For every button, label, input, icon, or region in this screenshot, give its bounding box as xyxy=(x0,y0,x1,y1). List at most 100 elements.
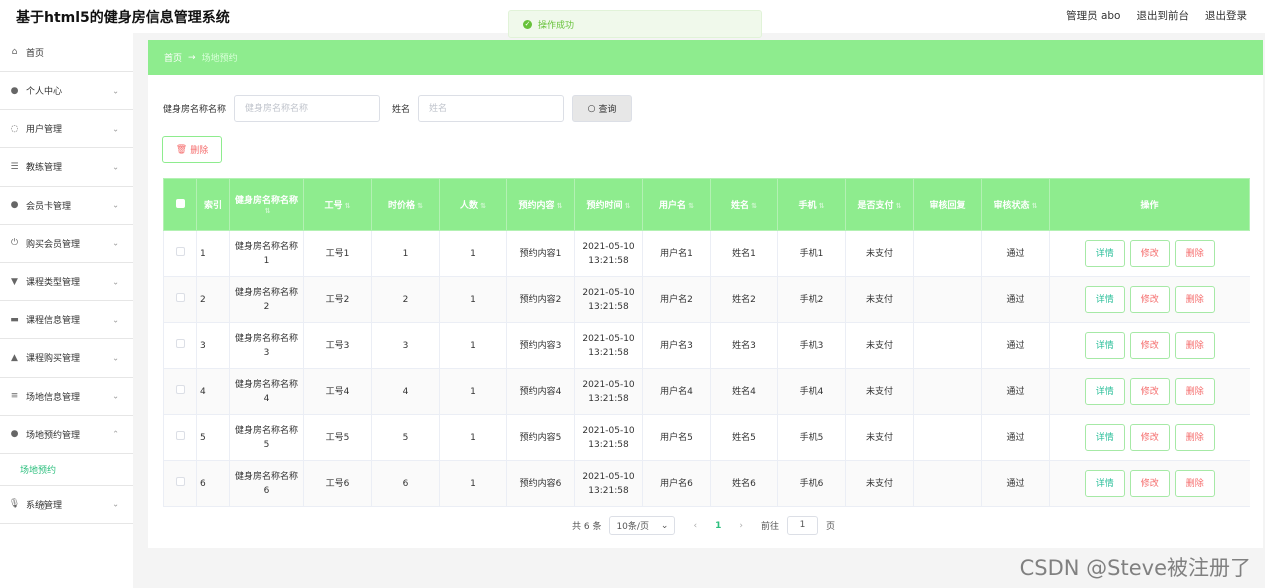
sort-icon[interactable]: ⇅ xyxy=(417,202,423,210)
delete-button[interactable]: 删除 xyxy=(1174,378,1215,405)
cell-person: 姓名1 xyxy=(710,230,778,277)
detail-button[interactable]: 详情 xyxy=(1084,240,1125,267)
row-checkbox[interactable] xyxy=(175,292,185,302)
column-header-label: 人数 xyxy=(460,201,479,211)
edit-button[interactable]: 修改 xyxy=(1129,378,1170,405)
detail-button[interactable]: 详情 xyxy=(1084,332,1125,359)
column-header[interactable]: 时价格 ⇅ xyxy=(371,178,440,231)
row-select-cell[interactable] xyxy=(163,368,197,415)
sort-icon[interactable]: ⇅ xyxy=(688,202,694,210)
delete-button[interactable]: 删除 xyxy=(1174,470,1215,497)
next-page-icon[interactable]: › xyxy=(729,521,753,531)
cell-time: 2021-05-10 13:21:58 xyxy=(574,322,643,369)
column-header[interactable]: 是否支付 ⇅ xyxy=(845,178,914,231)
sidebar: ⌂ 首页 ● 个人中心 ⌄ ◌ 用户管理 ⌄ ☰ 教练管理 ⌄ ● 会员卡管理 ⌄ ⏻ 购买会员管理 ⌄ ▼ 课程类… xyxy=(0,33,133,588)
edit-button[interactable]: 修改 xyxy=(1129,470,1170,497)
row-select-cell[interactable] xyxy=(163,230,197,277)
back-to-front-link[interactable]: 退出到前台 xyxy=(1137,8,1190,23)
sidebar-item[interactable]: 🎙 系统管理 ⌄ xyxy=(0,486,133,525)
row-checkbox[interactable] xyxy=(175,430,185,440)
row-checkbox[interactable] xyxy=(175,384,185,394)
sort-icon[interactable]: ⇅ xyxy=(265,207,271,215)
row-select-cell[interactable] xyxy=(163,322,197,369)
cell-name: 健身房名称名称3 xyxy=(229,322,304,369)
column-header[interactable]: 姓名 ⇅ xyxy=(710,178,778,231)
column-header[interactable]: 健身房名称名称⇅ xyxy=(229,178,304,231)
cell-status: 通过 xyxy=(981,460,1050,507)
select-all-checkbox[interactable] xyxy=(175,198,185,208)
cell-phone: 手机5 xyxy=(777,414,846,461)
goto-page-input[interactable]: 1 xyxy=(786,516,818,535)
sidebar-item[interactable]: ⏻ 购买会员管理 ⌄ xyxy=(0,225,133,263)
row-select-cell[interactable] xyxy=(163,414,197,461)
column-header[interactable]: 审核回复 xyxy=(913,178,982,231)
page-size-select[interactable]: 10条/页 ⌄ xyxy=(609,516,676,535)
detail-button[interactable]: 详情 xyxy=(1084,378,1125,405)
sidebar-item[interactable]: ● 场地预约管理 ⌃ xyxy=(0,416,133,454)
sort-icon[interactable]: ⇅ xyxy=(819,202,825,210)
name-search-label: 健身房名称名称 xyxy=(163,105,227,115)
column-header[interactable]: 手机 ⇅ xyxy=(777,178,846,231)
delete-button[interactable]: 删除 xyxy=(1174,424,1215,451)
column-header-label: 用户名 xyxy=(659,201,687,211)
edit-button[interactable]: 修改 xyxy=(1129,332,1170,359)
table-row: 4 健身房名称名称4 工号4 4 1 预约内容4 2021-05-10 13:21:58 用户… xyxy=(163,368,1250,415)
sort-icon[interactable]: ⇅ xyxy=(345,202,351,210)
sidebar-item[interactable]: ● 个人中心 ⌄ xyxy=(0,72,133,111)
search-button[interactable]: ○ 查询 xyxy=(572,95,633,122)
sidebar-item[interactable]: ◌ 用户管理 ⌄ xyxy=(0,110,133,149)
sidebar-item[interactable]: ⌂ 首页 xyxy=(0,33,133,72)
edit-button[interactable]: 修改 xyxy=(1129,424,1170,451)
cell-content: 预约内容4 xyxy=(506,368,575,415)
sort-icon[interactable]: ⇅ xyxy=(480,202,486,210)
chart-icon: ▬ xyxy=(10,314,19,325)
sidebar-subitem-venue-booking[interactable]: 场地预约 xyxy=(0,454,133,486)
sidebar-item[interactable]: ▬ 课程信息管理 ⌄ xyxy=(0,301,133,340)
sidebar-item[interactable]: ☰ 教练管理 ⌄ xyxy=(0,148,133,187)
column-header[interactable]: 人数 ⇅ xyxy=(439,178,507,231)
column-header[interactable]: 用户名 ⇅ xyxy=(642,178,711,231)
page-number-current[interactable]: 1 xyxy=(715,521,721,531)
sort-icon[interactable]: ⇅ xyxy=(896,202,902,210)
row-checkbox[interactable] xyxy=(175,476,185,486)
detail-button[interactable]: 详情 xyxy=(1084,424,1125,451)
detail-button[interactable]: 详情 xyxy=(1084,286,1125,313)
delete-button[interactable]: 删除 xyxy=(1174,286,1215,313)
breadcrumb-home[interactable]: 首页 xyxy=(164,51,182,64)
main-panel: 首页 → 场地预约 健身房名称名称 姓名 ○ 查询 🗑 删除 索引健身房名称名称… xyxy=(148,40,1263,548)
batch-delete-button[interactable]: 🗑 删除 xyxy=(162,136,222,163)
name-search-input[interactable] xyxy=(234,95,381,122)
sort-icon[interactable]: ⇅ xyxy=(751,202,757,210)
sort-icon[interactable]: ⇅ xyxy=(1032,202,1038,210)
sort-icon[interactable]: ⇅ xyxy=(557,202,563,210)
column-header[interactable]: 索引 xyxy=(196,178,230,231)
cell-no: 工号1 xyxy=(303,230,372,277)
edit-button[interactable]: 修改 xyxy=(1129,286,1170,313)
delete-button[interactable]: 删除 xyxy=(1174,332,1215,359)
column-header[interactable]: 操作 xyxy=(1049,178,1250,231)
column-header[interactable]: 预约时间 ⇅ xyxy=(574,178,643,231)
row-select-cell[interactable] xyxy=(163,460,197,507)
prev-page-icon[interactable]: ‹ xyxy=(683,521,707,531)
edit-button[interactable]: 修改 xyxy=(1129,240,1170,267)
sidebar-item[interactable]: ≡ 场地信息管理 ⌄ xyxy=(0,378,133,416)
calendar-icon: ● xyxy=(10,429,19,440)
row-checkbox[interactable] xyxy=(175,246,185,256)
sidebar-item[interactable]: ▼ 课程类型管理 ⌄ xyxy=(0,263,133,302)
cell-person: 姓名4 xyxy=(710,368,778,415)
logout-link[interactable]: 退出登录 xyxy=(1205,8,1247,23)
column-header[interactable]: 工号 ⇅ xyxy=(303,178,372,231)
person-search-input[interactable] xyxy=(418,95,565,122)
detail-button[interactable]: 详情 xyxy=(1084,470,1125,497)
column-header[interactable]: 审核状态 ⇅ xyxy=(981,178,1050,231)
app-title: 基于html5的健身房信息管理系统 xyxy=(16,10,230,26)
delete-button[interactable]: 删除 xyxy=(1174,240,1215,267)
select-all-cell[interactable] xyxy=(163,178,197,231)
column-header[interactable]: 预约内容 ⇅ xyxy=(506,178,575,231)
row-checkbox[interactable] xyxy=(175,338,185,348)
sidebar-item[interactable]: ● 会员卡管理 ⌄ xyxy=(0,187,133,225)
row-select-cell[interactable] xyxy=(163,276,197,323)
sidebar-item[interactable]: ▲ 课程购买管理 ⌄ xyxy=(0,339,133,378)
breadcrumb-separator: → xyxy=(188,52,196,63)
sort-icon[interactable]: ⇅ xyxy=(625,202,631,210)
